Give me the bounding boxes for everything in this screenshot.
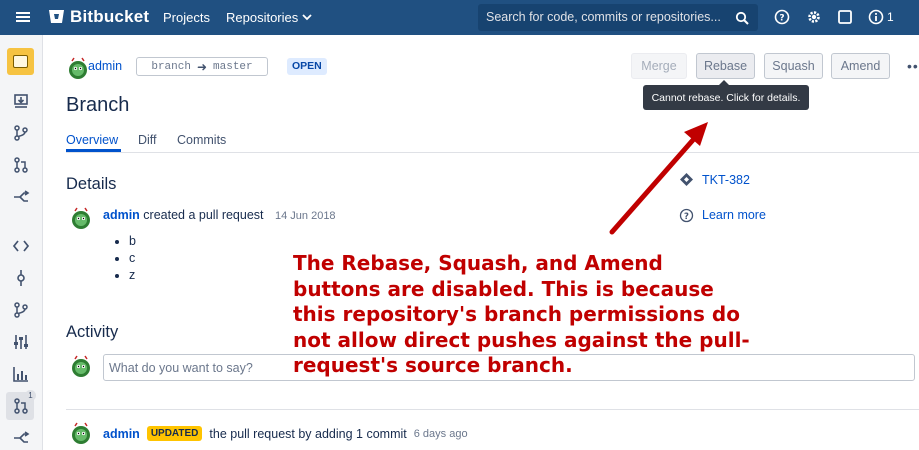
branches-icon[interactable] [12,301,30,319]
status-badge: OPEN [287,58,327,75]
author-avatar[interactable] [66,56,90,82]
list-item: c [129,251,136,268]
tabs-divider [66,152,919,153]
nav-repositories[interactable]: Repositories [226,10,298,25]
search-icon[interactable] [735,11,749,25]
pr-author-link[interactable]: admin [88,59,122,73]
branch-create-icon[interactable] [12,124,30,142]
tab-commits[interactable]: Commits [177,133,226,147]
bitbucket-logo-icon[interactable] [48,8,65,25]
details-heading: Details [66,175,117,193]
search-placeholder: Search for code, commits or repositories… [486,10,721,24]
forks-icon[interactable] [12,429,30,447]
created-author-link[interactable]: admin [103,208,140,222]
svg-text:?: ? [779,14,784,24]
target-branch: master [213,60,253,73]
arrow-right-icon: ➜ [196,59,208,74]
activity-time: 6 days ago [413,427,468,440]
activity-author-link[interactable]: admin [103,427,140,441]
amend-button[interactable]: Amend [831,53,890,79]
squash-button[interactable]: Squash [764,53,823,79]
notification-count[interactable]: 1 [887,10,894,24]
help-icon[interactable]: ? [774,9,790,25]
activity-heading: Activity [66,323,119,341]
annotation-callout: The Rebase, Squash, and Amend buttons ar… [293,251,750,377]
repo-sidebar: 1 [0,35,43,450]
author-avatar[interactable] [69,206,93,232]
hamburger-menu-icon[interactable] [16,10,30,24]
activity-divider [66,409,919,410]
fork-icon[interactable] [12,188,30,206]
created-text: created a pull request [143,208,264,222]
repository-avatar[interactable] [7,48,34,75]
list-item: b [129,234,136,251]
gear-icon[interactable] [806,9,822,25]
pull-request-count-badge: 1 [25,390,36,401]
comment-placeholder: What do you want to say? [109,361,253,375]
tab-diff[interactable]: Diff [138,133,157,147]
description-list: b c z [115,234,136,285]
global-header: Bitbucket Projects Repositories Search f… [0,0,919,35]
info-icon[interactable] [868,9,884,25]
activity-text: the pull request by adding 1 commit [209,426,407,441]
tab-overview[interactable]: Overview [66,133,118,147]
tooltip-pointer [719,80,729,85]
list-item: z [129,268,136,285]
code-icon [13,55,28,68]
updated-badge: UPDATED [146,426,203,441]
source-icon[interactable] [12,237,30,255]
commits-icon[interactable] [12,269,30,287]
branch-lozenge[interactable]: branch ➜ master [136,57,268,76]
rebase-tooltip[interactable]: Cannot rebase. Click for details. [643,80,809,110]
pull-request-create-icon[interactable] [12,156,30,174]
rebase-button[interactable]: Rebase [696,53,755,79]
created-date: 14 Jun 2018 [275,210,336,222]
annotation-arrow-icon [609,122,708,235]
tooltip-text: Cannot rebase. Click for details. [651,91,801,104]
current-user-avatar[interactable] [69,354,93,380]
window-icon[interactable] [837,9,853,25]
insights-icon[interactable] [12,365,30,383]
source-branch: branch [151,60,191,73]
app-brand[interactable]: Bitbucket [70,7,149,27]
chevron-down-icon[interactable] [302,12,312,22]
clone-icon[interactable] [12,92,30,110]
merge-button[interactable]: Merge [631,53,687,79]
author-avatar[interactable] [69,421,93,447]
activity-item: admin UPDATED the pull request by adding… [103,426,468,441]
compare-icon[interactable] [12,333,30,351]
search-input[interactable]: Search for code, commits or repositories… [478,4,758,31]
page-title: Branch [66,94,130,116]
created-event: admin created a pull request 14 Jun 2018 [103,208,336,222]
more-actions-icon[interactable]: ••• [907,58,919,74]
nav-projects[interactable]: Projects [163,10,210,25]
